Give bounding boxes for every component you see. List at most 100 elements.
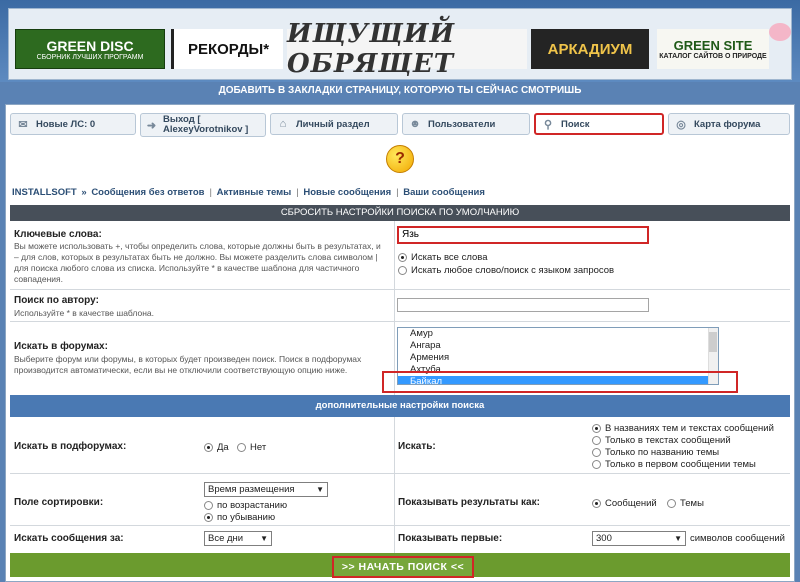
show-first-select[interactable]: 300 ▼ (592, 531, 686, 546)
sort-desc[interactable]: по убыванию (204, 512, 275, 523)
period-select-value: Все дни (208, 533, 244, 544)
green-disc-logo[interactable]: GREEN DISC СБОРНИК ЛУЧШИХ ПРОГРАММ (15, 29, 165, 69)
radio-show-posts[interactable] (592, 499, 601, 508)
nav-bar: ✉ Новые ЛС: 0 ➜ Выход [ AlexeyVorotnikov… (6, 109, 794, 137)
search-in-option-label: В названиях тем и текстах сообщений (605, 423, 774, 434)
show-first-select-value: 300 (596, 533, 612, 544)
forum-option[interactable]: Амур (398, 328, 718, 340)
period-label: Искать сообщения за: (14, 533, 124, 544)
green-site-subtitle: КАТАЛОГ САЙТОВ О ПРИРОДЕ (659, 53, 767, 60)
dropdown-arrow-icon: ▼ (260, 534, 268, 543)
breadcrumb-new-posts[interactable]: Новые сообщения (303, 187, 391, 198)
row-divider (10, 525, 790, 526)
subforums-no[interactable]: Нет (237, 442, 266, 453)
breadcrumb-active-topics[interactable]: Активные темы (217, 187, 292, 198)
row-divider (10, 289, 790, 290)
radio-search-in[interactable] (592, 448, 601, 457)
author-label: Поиск по автору: (14, 295, 99, 306)
tab-messages-label: Новые ЛС: 0 (36, 118, 96, 130)
tab-messages[interactable]: ✉ Новые ЛС: 0 (10, 113, 136, 135)
show-as-posts[interactable]: Сообщений (592, 498, 657, 509)
row-divider (10, 473, 790, 474)
radio-show-topics[interactable] (667, 499, 676, 508)
bookmark-link[interactable]: ДОБАВИТЬ В ЗАКЛАДКИ СТРАНИЦУ, КОТОРУЮ ТЫ… (0, 82, 800, 100)
tab-forum-map-label: Карта форума (694, 118, 761, 130)
forum-highlight (382, 371, 738, 393)
radio-all-words[interactable] (398, 253, 407, 262)
search-in-option[interactable]: Только в текстах сообщений (592, 435, 731, 446)
scrollbar-thumb[interactable] (709, 332, 717, 352)
radio-sort-asc[interactable] (204, 501, 213, 510)
search-in-label: Искать: (398, 441, 436, 452)
forum-option[interactable]: Ангара (398, 340, 718, 352)
dropdown-arrow-icon: ▼ (316, 485, 324, 494)
radio-search-in[interactable] (592, 436, 601, 445)
radio-subforums-yes[interactable] (204, 443, 213, 452)
keywords-input[interactable]: Язь (397, 226, 649, 244)
keywords-label: Ключевые слова: (14, 229, 102, 240)
reset-search-link[interactable]: СБРОСИТЬ НАСТРОЙКИ ПОИСКА ПО УМОЛЧАНИЮ (10, 205, 790, 221)
period-select[interactable]: Все дни ▼ (204, 531, 272, 546)
sort-label: Поле сортировки: (14, 497, 104, 508)
tab-search-label: Поиск (561, 118, 590, 130)
keywords-help: Вы можете использовать +, чтобы определи… (14, 241, 381, 284)
forum-option[interactable]: Армения (398, 352, 718, 364)
subforums-yes[interactable]: Да (204, 442, 229, 453)
seek-title: ИЩУЩИЙ ОБРЯЩЕТ (287, 19, 456, 79)
tab-personal[interactable]: ⌂ Личный раздел (270, 113, 398, 135)
sort-desc-label: по убыванию (217, 512, 276, 523)
show-first-suffix: символов сообщений (690, 533, 785, 544)
column-divider (394, 221, 395, 395)
show-as-topics[interactable]: Темы (667, 498, 704, 509)
tab-users-label: Пользователи (428, 118, 496, 130)
start-search-button[interactable]: >> НАЧАТЬ ПОИСК << (332, 556, 474, 578)
radio-search-in[interactable] (592, 460, 601, 469)
breadcrumb-arrow: » (81, 187, 87, 198)
option-all-words-label: Искать все слова (411, 252, 488, 263)
tab-users[interactable]: ☻ Пользователи (402, 113, 530, 135)
radio-subforums-no[interactable] (237, 443, 246, 452)
option-any-word[interactable]: Искать любое слово/поиск с языком запрос… (398, 265, 614, 276)
header-banner: GREEN DISC СБОРНИК ЛУЧШИХ ПРОГРАММ РЕКОР… (0, 0, 800, 82)
option-any-word-label: Искать любое слово/поиск с языком запрос… (411, 265, 615, 276)
option-all-words[interactable]: Искать все слова (398, 252, 487, 263)
dropdown-arrow-icon: ▼ (674, 534, 682, 543)
tab-logout[interactable]: ➜ Выход [ AlexeyVorotnikov ] (140, 113, 266, 137)
map-icon: ◎ (676, 118, 686, 131)
show-first-label: Показывать первые: (398, 533, 503, 544)
radio-any-word[interactable] (398, 266, 407, 275)
green-site-logo[interactable]: GREEN SITE КАТАЛОГ САЙТОВ О ПРИРОДЕ (657, 29, 769, 69)
breadcrumb-home[interactable]: INSTALLSOFT (12, 187, 77, 198)
breadcrumb: INSTALLSOFT » Сообщения без ответов | Акт… (12, 187, 485, 198)
sort-asc[interactable]: по возрастанию (204, 500, 287, 511)
search-in-option[interactable]: Только в первом сообщении темы (592, 459, 756, 470)
author-input[interactable] (397, 298, 649, 312)
breadcrumb-unanswered[interactable]: Сообщения без ответов (91, 187, 204, 198)
sort-asc-label: по возрастанию (217, 500, 288, 511)
arkadium-title: АРКАДИУМ (547, 40, 633, 58)
breadcrumb-your-posts[interactable]: Ваши сообщения (403, 187, 485, 198)
author-help: Используйте * в качестве шаблона. (14, 308, 154, 318)
green-disc-subtitle: СБОРНИК ЛУЧШИХ ПРОГРАММ (36, 53, 144, 61)
search-in-option[interactable]: В названиях тем и текстах сообщений (592, 423, 774, 434)
green-disc-title: GREEN DISC (46, 37, 134, 54)
subforums-no-label: Нет (250, 442, 267, 453)
seek-logo[interactable]: ИЩУЩИЙ ОБРЯЩЕТ (287, 19, 527, 79)
pig-icon (769, 23, 791, 41)
arkadium-logo[interactable]: АРКАДИУМ (531, 29, 649, 69)
tab-search[interactable]: ⚲ Поиск (534, 113, 664, 135)
show-as-topics-label: Темы (680, 498, 704, 509)
forums-help: Выберите форум или форумы, в которых буд… (14, 354, 362, 375)
search-in-option-label: Только в первом сообщении темы (605, 459, 756, 470)
tab-forum-map[interactable]: ◎ Карта форума (668, 113, 790, 135)
sort-select[interactable]: Время размещения ▼ (204, 482, 328, 497)
tab-personal-label: Личный раздел (296, 118, 370, 130)
radio-sort-desc[interactable] (204, 513, 213, 522)
search-icon: ⚲ (543, 118, 553, 131)
main-panel: ✉ Новые ЛС: 0 ➜ Выход [ AlexeyVorotnikov… (5, 104, 795, 582)
show-as-label: Показывать результаты как: (398, 497, 540, 508)
records-logo[interactable]: РЕКОРДЫ * (171, 29, 283, 69)
search-in-option[interactable]: Только по названию темы (592, 447, 719, 458)
sort-select-value: Время размещения (208, 484, 295, 495)
radio-search-in[interactable] (592, 424, 601, 433)
